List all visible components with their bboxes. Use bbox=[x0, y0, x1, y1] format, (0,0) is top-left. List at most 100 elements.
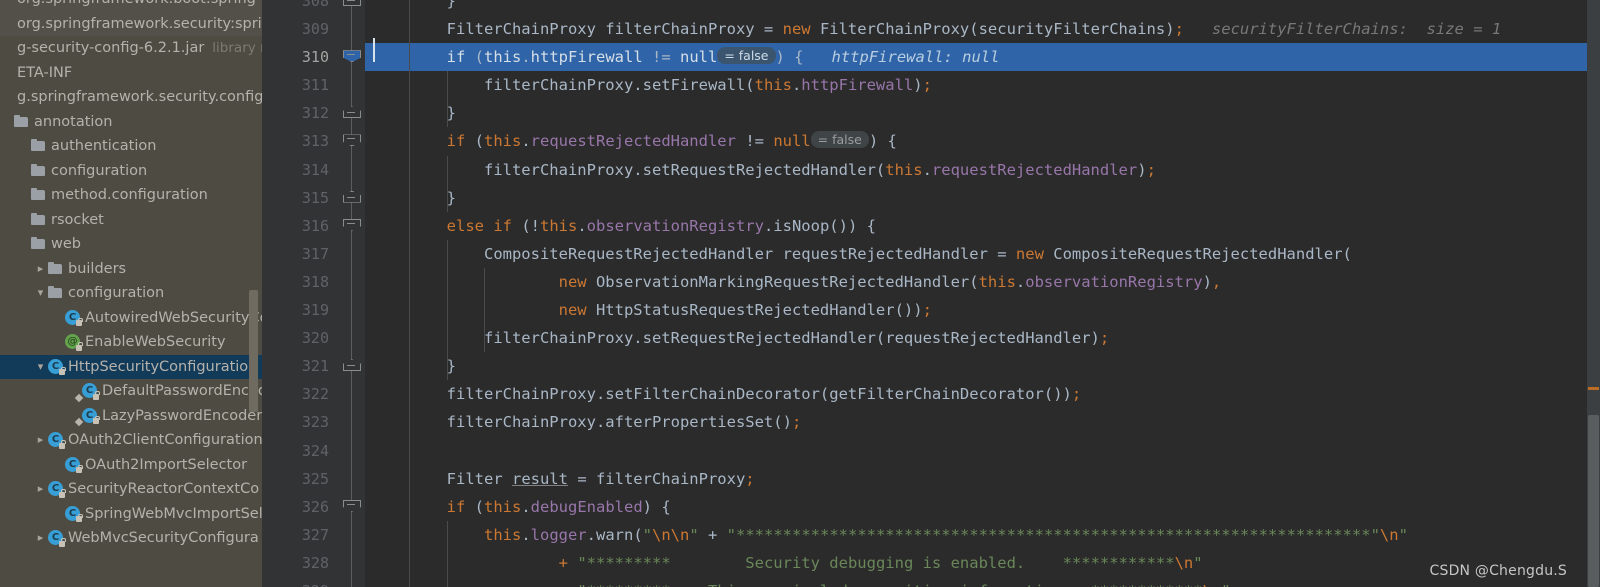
code-line[interactable]: } bbox=[365, 0, 1600, 15]
tree-item-pkg-authentication[interactable]: authentication bbox=[0, 134, 262, 159]
chevron-right-icon[interactable] bbox=[34, 526, 47, 551]
tree-item-cls-http-security-configuration[interactable]: HttpSecurityConfiguration bbox=[0, 354, 262, 380]
tree-item-pkg-web[interactable]: web bbox=[0, 232, 262, 257]
fold-region[interactable] bbox=[338, 15, 365, 44]
code-line[interactable]: if (this.requestRejectedHandler != null =… bbox=[365, 127, 1600, 155]
tree-item-cls-oauth2-client-configuration[interactable]: OAuth2ClientConfiguration bbox=[0, 428, 262, 453]
fold-end-icon[interactable] bbox=[343, 190, 361, 203]
fold-region[interactable] bbox=[338, 0, 365, 16]
tree-item-pkg-method-configuration[interactable]: method.configuration bbox=[0, 183, 262, 208]
code-lines[interactable]: } FilterChainProxy filterChainProxy = ne… bbox=[365, 0, 1600, 587]
tree-item-pkg-annotation[interactable]: annotation bbox=[0, 110, 262, 135]
tree-item-pkg-rsocket[interactable]: rsocket bbox=[0, 208, 262, 233]
fold-region[interactable] bbox=[338, 324, 365, 353]
chevron-down-icon[interactable] bbox=[34, 355, 47, 380]
code-line[interactable]: } bbox=[365, 352, 1600, 380]
code-line[interactable]: new HttpStatusRequestRejectedHandler()); bbox=[365, 296, 1600, 324]
project-tool-window[interactable]: org.springframework.boot:spring-bo org.sp… bbox=[0, 0, 262, 587]
code-line[interactable]: if (this.debugEnabled) { bbox=[365, 493, 1600, 521]
tree-item-cls-web-mvc-security-configuration[interactable]: WebMvcSecurityConfigura bbox=[0, 526, 262, 551]
warning-stripe-marker[interactable] bbox=[1588, 387, 1599, 390]
fold-region[interactable] bbox=[338, 43, 365, 72]
fold-region[interactable] bbox=[338, 492, 365, 521]
editor-marker-scrollbar[interactable] bbox=[1587, 0, 1600, 587]
fold-end-icon[interactable] bbox=[343, 106, 361, 119]
chevron-right-icon[interactable] bbox=[34, 257, 47, 282]
tree-item-pkg-security-config[interactable]: g.springframework.security.config bbox=[0, 85, 262, 110]
code-token: (! bbox=[511, 216, 540, 235]
code-text-area[interactable]: } FilterChainProxy filterChainProxy = ne… bbox=[365, 0, 1600, 587]
chevron-down-icon[interactable] bbox=[34, 281, 47, 306]
fold-region[interactable] bbox=[338, 296, 365, 325]
code-line[interactable]: FilterChainProxy filterChainProxy = new … bbox=[365, 15, 1600, 43]
code-line[interactable]: else if (!this.observationRegistry.isNoo… bbox=[365, 212, 1600, 240]
fold-region[interactable] bbox=[338, 408, 365, 437]
code-line[interactable]: CompositeRequestRejectedHandler requestR… bbox=[365, 240, 1600, 268]
tree-item-cls-spring-web-mvc-import-selector[interactable]: SpringWebMvcImportSele bbox=[0, 502, 262, 527]
fold-region[interactable] bbox=[338, 548, 365, 577]
code-line[interactable]: filterChainProxy.setFirewall(this.httpFi… bbox=[365, 71, 1600, 99]
code-token: null bbox=[773, 132, 811, 151]
code-line[interactable]: Filter result = filterChainProxy; bbox=[365, 465, 1600, 493]
code-line[interactable]: filterChainProxy.setRequestRejectedHandl… bbox=[365, 156, 1600, 184]
fold-region[interactable] bbox=[338, 352, 365, 381]
code-line-current[interactable]: if (this.httpFirewall != null = false) { … bbox=[365, 43, 1600, 72]
debug-value-chip[interactable]: = false bbox=[810, 131, 869, 149]
tree-item-label: OAuth2ImportSelector bbox=[85, 456, 248, 473]
tree-item-pkg-configuration-1[interactable]: configuration bbox=[0, 159, 262, 184]
fold-region[interactable] bbox=[338, 71, 365, 100]
fold-region[interactable] bbox=[338, 99, 365, 128]
sidebar-vertical-scrollbar[interactable] bbox=[249, 290, 258, 412]
editor-gutter[interactable]: 308 309 310 311 312 313 314 315 316 317 318 319 320 3… bbox=[262, 0, 365, 587]
code-line[interactable]: new ObservationMarkingRequestRejectedHan… bbox=[365, 268, 1600, 296]
fold-region[interactable] bbox=[338, 183, 365, 212]
fold-region[interactable] bbox=[338, 127, 365, 156]
fold-collapse-icon[interactable] bbox=[343, 50, 361, 63]
code-line[interactable] bbox=[365, 437, 1600, 465]
fold-region[interactable] bbox=[338, 520, 365, 549]
tree-item-spring-security-lib[interactable]: org.springframework.security:spring- bbox=[0, 11, 262, 36]
code-line[interactable]: } bbox=[365, 99, 1600, 127]
folder-icon bbox=[30, 159, 47, 184]
project-tree[interactable]: org.springframework.boot:spring-bo org.sp… bbox=[0, 0, 262, 551]
fold-region[interactable] bbox=[338, 239, 365, 268]
code-line[interactable]: filterChainProxy.setRequestRejectedHandl… bbox=[365, 324, 1600, 352]
code-line[interactable]: + "********* This may include sensitive … bbox=[365, 577, 1600, 587]
fold-end-icon[interactable] bbox=[343, 359, 361, 372]
tree-item-cls-enable-web-security[interactable]: EnableWebSecurity bbox=[0, 330, 262, 355]
fold-region[interactable] bbox=[338, 464, 365, 493]
fold-region[interactable] bbox=[338, 436, 365, 465]
tree-item-cls-oauth2-import-selector[interactable]: OAuth2ImportSelector bbox=[0, 453, 262, 478]
tree-item-cls-autowired-web-security[interactable]: AutowiredWebSecurityCo bbox=[0, 306, 262, 331]
fold-region[interactable] bbox=[338, 155, 365, 184]
code-line[interactable]: filterChainProxy.afterPropertiesSet(); bbox=[365, 408, 1600, 436]
tree-item-cls-lazy-password-encoder[interactable]: LazyPasswordEncoder bbox=[0, 404, 262, 429]
tree-item-spring-security-config-jar[interactable]: g-security-config-6.2.1.jar library roo bbox=[0, 36, 262, 61]
code-line[interactable]: } bbox=[365, 184, 1600, 212]
tree-item-pkg-configuration-2[interactable]: configuration bbox=[0, 281, 262, 306]
code-line[interactable]: filterChainProxy.setFilterChainDecorator… bbox=[365, 380, 1600, 408]
tree-item-cls-default-password-encoder[interactable]: DefaultPasswordEncode bbox=[0, 379, 262, 404]
chevron-right-icon[interactable] bbox=[34, 477, 47, 502]
fold-region[interactable] bbox=[338, 211, 365, 240]
tree-item-spring-boot-lib[interactable]: org.springframework.boot:spring-bo bbox=[0, 0, 262, 12]
java-class-icon bbox=[74, 404, 100, 429]
fold-collapse-icon[interactable] bbox=[343, 134, 361, 147]
code-line[interactable]: + "********* Security debugging is enabl… bbox=[365, 549, 1600, 577]
fold-collapse-icon[interactable] bbox=[343, 218, 361, 231]
fold-region[interactable] bbox=[338, 380, 365, 409]
chevron-right-icon[interactable] bbox=[34, 428, 47, 453]
code-folding-column[interactable] bbox=[338, 0, 365, 587]
code-token: ; bbox=[1071, 385, 1082, 404]
fold-end-icon[interactable] bbox=[343, 0, 361, 6]
debug-value-chip[interactable]: = false bbox=[717, 47, 776, 65]
tree-item-cls-security-reactor-context[interactable]: SecurityReactorContextCo bbox=[0, 477, 262, 502]
fold-region[interactable] bbox=[338, 576, 365, 587]
code-editor[interactable]: 308 309 310 311 312 313 314 315 316 317 318 319 320 3… bbox=[262, 0, 1600, 587]
fold-collapse-icon[interactable] bbox=[343, 499, 361, 512]
fold-region[interactable] bbox=[338, 267, 365, 297]
tree-item-meta-inf[interactable]: ETA-INF bbox=[0, 61, 262, 86]
tree-item-pkg-builders[interactable]: builders bbox=[0, 257, 262, 282]
editor-scrollbar-thumb[interactable] bbox=[1588, 415, 1599, 587]
code-line[interactable]: this.logger.warn("\n\n" + "*************… bbox=[365, 521, 1600, 549]
